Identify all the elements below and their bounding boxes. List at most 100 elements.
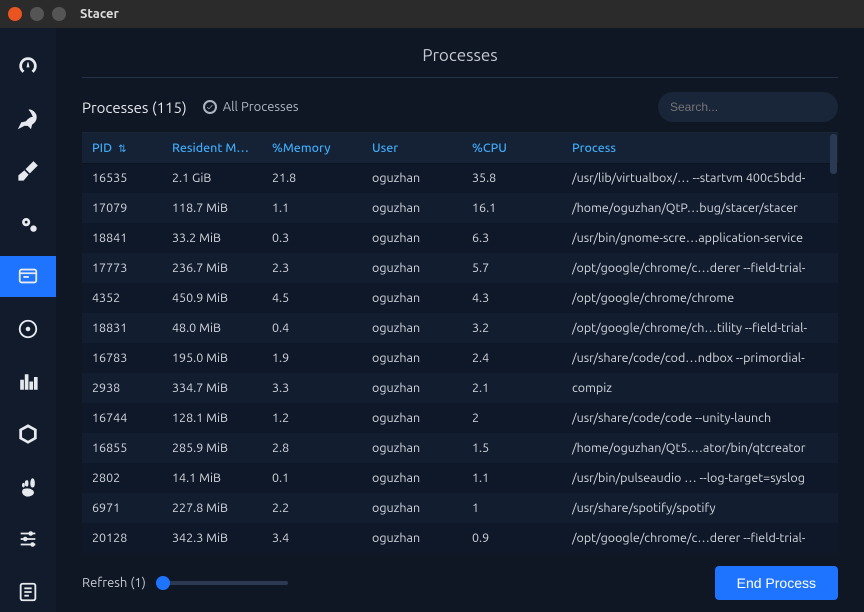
col-user[interactable]: User [362, 133, 462, 163]
disk-icon [17, 318, 39, 340]
cell-user: oguzhan [362, 223, 462, 253]
cell-pmem: 4.5 [262, 283, 362, 313]
cell-cpu: 35.8 [462, 163, 562, 193]
col-pid[interactable]: PID⇅ [82, 133, 162, 163]
cell-mem: 33.2 MiB [162, 223, 262, 253]
table-row[interactable]: 280214.1 MiB0.1oguzhan1.1/usr/bin/pulsea… [82, 463, 838, 493]
cell-proc: compiz [562, 373, 838, 403]
sidebar-item-gnome[interactable] [0, 466, 56, 507]
cell-cpu: 1.5 [462, 433, 562, 463]
gears-icon [17, 213, 39, 235]
cell-proc: /home/oguzhan/Qt5.…ator/bin/qtcreator [562, 433, 838, 463]
cell-pmem: 3.4 [262, 523, 362, 553]
table-row[interactable]: 4352450.9 MiB4.5oguzhan4.3/opt/google/ch… [82, 283, 838, 313]
cell-pid: 4352 [82, 283, 162, 313]
cell-pid: 6971 [82, 493, 162, 523]
cell-user: oguzhan [362, 343, 462, 373]
package-icon [17, 423, 39, 445]
cell-proc: /usr/bin/gnome-scre…application-service [562, 223, 838, 253]
cell-cpu: 2.1 [462, 373, 562, 403]
cell-mem: 450.9 MiB [162, 283, 262, 313]
cell-mem: 236.7 MiB [162, 253, 262, 283]
chart-icon [17, 371, 39, 393]
cell-pid: 20128 [82, 523, 162, 553]
cell-pmem: 0.1 [262, 463, 362, 493]
cell-mem: 14.1 MiB [162, 463, 262, 493]
sidebar-item-startup[interactable] [0, 99, 56, 140]
col-process[interactable]: Process [562, 133, 838, 163]
cell-mem: 342.3 MiB [162, 523, 262, 553]
table-row[interactable]: 16855285.9 MiB2.8oguzhan1.5/home/oguzhan… [82, 433, 838, 463]
gauge-icon [17, 55, 39, 77]
sidebar-item-dashboard[interactable] [0, 46, 56, 87]
col-resident-mem[interactable]: Resident Mem [162, 133, 262, 163]
col--cpu[interactable]: %CPU [462, 133, 562, 163]
table-row[interactable]: 17079118.7 MiB1.1oguzhan16.1/home/oguzha… [82, 193, 838, 223]
sidebar-item-cleaner[interactable] [0, 151, 56, 192]
cell-pmem: 1.1 [262, 193, 362, 223]
cell-mem: 128.1 MiB [162, 403, 262, 433]
sidebar-item-uninstaller[interactable] [0, 309, 56, 350]
table-row[interactable]: 20128342.3 MiB3.4oguzhan0.9/opt/google/c… [82, 523, 838, 553]
process-count: Processes (115) [82, 99, 187, 116]
main-content: Processes Processes (115) ✓ All Processe… [56, 28, 864, 612]
cell-user: oguzhan [362, 523, 462, 553]
slider-thumb[interactable] [156, 576, 170, 590]
cell-cpu: 3.2 [462, 313, 562, 343]
cell-user: oguzhan [362, 313, 462, 343]
cell-proc: /opt/google/chrome/chrome [562, 283, 838, 313]
table-body: 165352.1 GiB21.8oguzhan35.8/usr/lib/virt… [82, 163, 838, 553]
cell-pmem: 1.9 [262, 343, 362, 373]
sidebar-item-resources[interactable] [0, 361, 56, 402]
scrollbar[interactable] [830, 134, 837, 174]
table-row[interactable]: 165352.1 GiB21.8oguzhan35.8/usr/lib/virt… [82, 163, 838, 193]
sidebar-item-notes[interactable] [0, 571, 56, 612]
sidebar-item-tweaks[interactable] [0, 519, 56, 560]
table-row[interactable]: 1884133.2 MiB0.3oguzhan6.3/usr/bin/gnome… [82, 223, 838, 253]
sidebar [0, 28, 56, 612]
cell-cpu: 4.3 [462, 283, 562, 313]
cell-pid: 18841 [82, 223, 162, 253]
search-input[interactable] [670, 100, 825, 114]
cell-pid: 2938 [82, 373, 162, 403]
cell-pid: 2802 [82, 463, 162, 493]
window-titlebar: Stacer [0, 0, 864, 28]
table-row[interactable]: 16744128.1 MiB1.2oguzhan2/usr/share/code… [82, 403, 838, 433]
table-row[interactable]: 16783195.0 MiB1.9oguzhan2.4/usr/share/co… [82, 343, 838, 373]
sidebar-item-services[interactable] [0, 204, 56, 245]
window-close-button[interactable] [8, 7, 22, 21]
window-maximize-button[interactable] [52, 7, 66, 21]
cell-mem: 285.9 MiB [162, 433, 262, 463]
all-processes-toggle[interactable]: ✓ All Processes [203, 100, 299, 114]
gnome-icon [17, 476, 39, 498]
cell-user: oguzhan [362, 403, 462, 433]
sidebar-item-packages[interactable] [0, 414, 56, 455]
cell-mem: 227.8 MiB [162, 493, 262, 523]
refresh-slider[interactable] [158, 576, 288, 590]
cell-proc: /opt/google/chrome/c…derer --field-trial… [562, 523, 838, 553]
cell-pid: 17773 [82, 253, 162, 283]
table-row[interactable]: 6971227.8 MiB2.2oguzhan1/usr/share/spoti… [82, 493, 838, 523]
cell-mem: 195.0 MiB [162, 343, 262, 373]
cell-cpu: 0.9 [462, 523, 562, 553]
cell-proc: /usr/share/spotify/spotify [562, 493, 838, 523]
cell-pid: 16535 [82, 163, 162, 193]
cell-user: oguzhan [362, 163, 462, 193]
sort-icon: ⇅ [118, 143, 126, 154]
cell-mem: 48.0 MiB [162, 313, 262, 343]
window-minimize-button[interactable] [30, 7, 44, 21]
cell-user: oguzhan [362, 493, 462, 523]
cell-proc: /home/oguzhan/QtP…bug/stacer/stacer [562, 193, 838, 223]
window-title: Stacer [80, 7, 119, 21]
search-box[interactable] [658, 92, 838, 122]
end-process-button[interactable]: End Process [715, 566, 838, 600]
cell-proc: /usr/share/code/cod…ndbox --primordial- [562, 343, 838, 373]
sidebar-item-processes[interactable] [0, 256, 56, 297]
cell-cpu: 2 [462, 403, 562, 433]
table-row[interactable]: 1883148.0 MiB0.4oguzhan3.2/opt/google/ch… [82, 313, 838, 343]
cell-pid: 16855 [82, 433, 162, 463]
table-row[interactable]: 2938334.7 MiB3.3oguzhan2.1compiz [82, 373, 838, 403]
processes-icon [17, 265, 39, 287]
table-row[interactable]: 17773236.7 MiB2.3oguzhan5.7/opt/google/c… [82, 253, 838, 283]
col--memory[interactable]: %Memory [262, 133, 362, 163]
